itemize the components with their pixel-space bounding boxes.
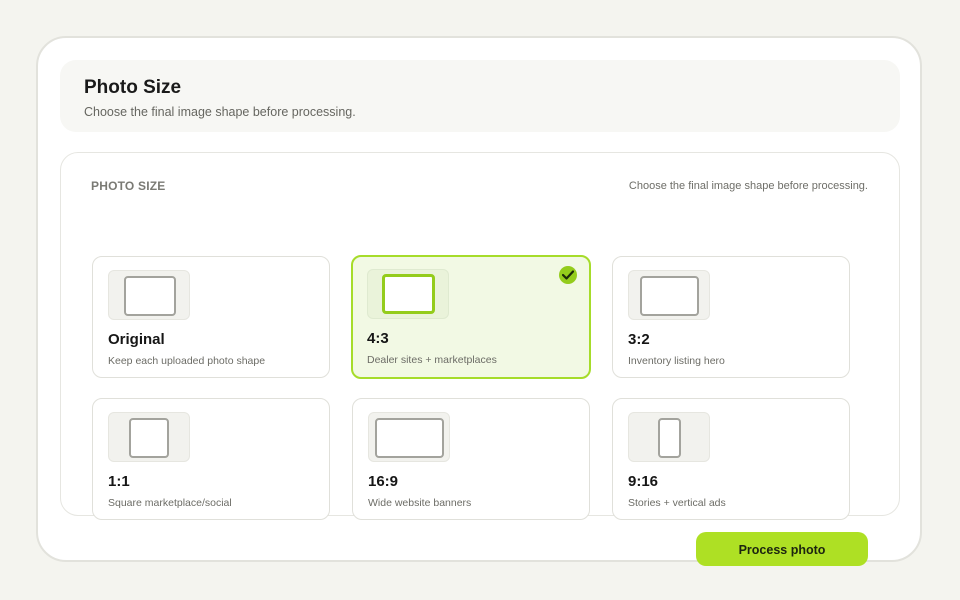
panel-label: PHOTO SIZE <box>91 179 166 193</box>
page-header: Photo Size Choose the final image shape … <box>60 60 900 132</box>
aspect-preview <box>367 269 449 319</box>
aspect-3-2-icon <box>640 276 699 316</box>
original-shape-icon <box>124 276 176 316</box>
option-title: Original <box>108 331 165 348</box>
size-option-3-2[interactable]: 3:2 Inventory listing hero <box>612 256 850 378</box>
page-subtitle: Choose the final image shape before proc… <box>84 105 356 119</box>
option-description: Wide website banners <box>368 497 472 509</box>
aspect-preview <box>628 270 710 320</box>
aspect-9-16-icon <box>658 418 681 458</box>
option-title: 16:9 <box>368 473 399 490</box>
size-option-4-3[interactable]: 4:3 Dealer sites + marketplaces <box>351 255 591 379</box>
aspect-preview <box>368 412 450 462</box>
option-description: Inventory listing hero <box>628 355 725 367</box>
aspect-preview <box>628 412 710 462</box>
aspect-1-1-icon <box>129 418 169 458</box>
option-description: Dealer sites + marketplaces <box>367 354 497 366</box>
option-title: 3:2 <box>628 331 650 348</box>
size-option-16-9[interactable]: 16:9 Wide website banners <box>352 398 590 520</box>
page-title: Photo Size <box>84 77 182 98</box>
option-title: 4:3 <box>367 330 389 347</box>
option-title: 9:16 <box>628 473 659 490</box>
aspect-preview <box>108 412 190 462</box>
aspect-16-9-icon <box>375 418 444 458</box>
size-option-9-16[interactable]: 9:16 Stories + vertical ads <box>612 398 850 520</box>
option-title: 1:1 <box>108 473 130 490</box>
size-option-1-1[interactable]: 1:1 Square marketplace/social <box>92 398 330 520</box>
option-description: Square marketplace/social <box>108 497 232 509</box>
panel-hint: Choose the final image shape before proc… <box>628 180 868 192</box>
check-icon <box>559 266 577 284</box>
aspect-preview <box>108 270 190 320</box>
process-photo-button[interactable]: Process photo <box>696 532 868 566</box>
size-option-original[interactable]: Original Keep each uploaded photo shape <box>92 256 330 378</box>
option-description: Keep each uploaded photo shape <box>108 355 266 367</box>
aspect-4-3-icon <box>382 274 435 314</box>
option-description: Stories + vertical ads <box>628 497 726 509</box>
